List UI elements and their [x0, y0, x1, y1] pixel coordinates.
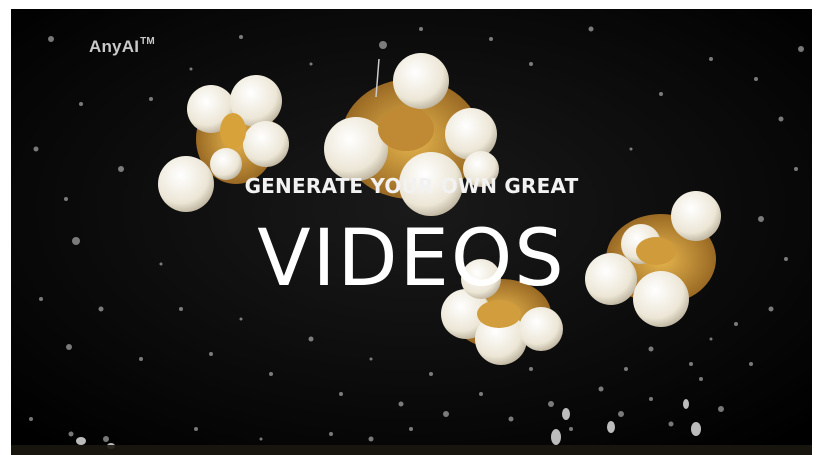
- hero-headline: VIDEOS: [257, 214, 566, 304]
- trademark-mark: TM: [140, 36, 155, 48]
- brand-name: AnyAI: [89, 37, 140, 56]
- hero-subtitle: GENERATE YOUR OWN GREAT: [244, 174, 579, 198]
- brand-logo: AnyAITM: [89, 36, 155, 57]
- video-frame[interactable]: AnyAITM GENERATE YOUR OWN GREAT VIDEOS: [11, 9, 812, 455]
